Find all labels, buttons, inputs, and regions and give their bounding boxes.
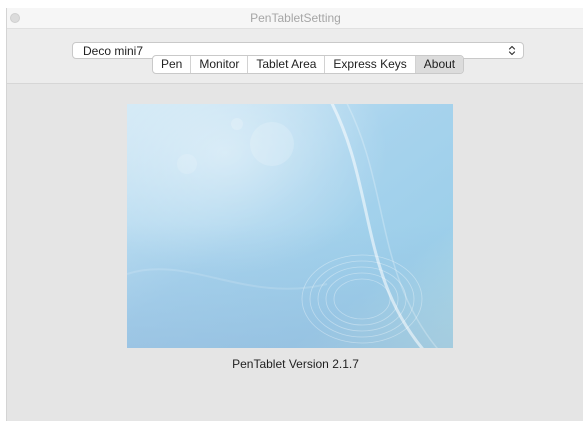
tab-monitor[interactable]: Monitor — [191, 56, 249, 73]
version-label: PenTablet Version — [232, 357, 329, 371]
chevron-up-down-icon — [508, 45, 516, 56]
tab-pen[interactable]: Pen — [153, 56, 192, 73]
tab-express-keys[interactable]: Express Keys — [325, 56, 416, 73]
tab-about-label: About — [423, 57, 456, 71]
device-select-value: Deco mini7 — [83, 44, 144, 58]
about-background-image — [127, 104, 453, 348]
close-window-button[interactable] — [10, 13, 20, 23]
version-number: 2.1.7 — [332, 357, 359, 371]
about-panel: PenTablet Version 2.1.7 — [7, 84, 583, 421]
tab-about[interactable]: About — [415, 56, 464, 73]
window-title: PenTabletSetting — [250, 11, 341, 25]
title-bar: PenTabletSetting — [7, 8, 583, 29]
tab-pen-label: Pen — [161, 57, 183, 71]
tab-bar: Pen Monitor Tablet Area Express Keys Abo… — [152, 55, 465, 74]
tab-tablet-area-label: Tablet Area — [256, 57, 317, 71]
tab-monitor-label: Monitor — [199, 57, 240, 71]
tab-tablet-area[interactable]: Tablet Area — [248, 56, 326, 73]
tab-express-keys-label: Express Keys — [333, 57, 407, 71]
version-info: PenTablet Version 2.1.7 — [7, 357, 583, 371]
settings-window: PenTabletSetting Deco mini7 Pen Monitor … — [6, 8, 583, 421]
